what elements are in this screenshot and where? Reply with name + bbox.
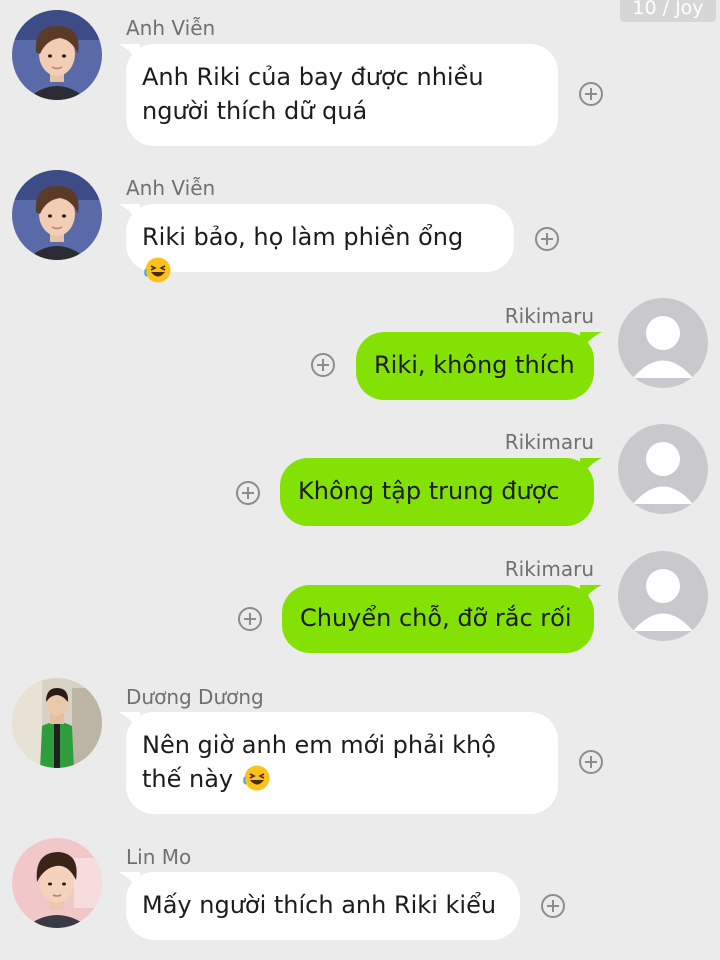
bubble-tail — [580, 585, 602, 607]
message-text: Mấy người thích anh Riki kiểu — [142, 891, 497, 919]
message-bubble[interactable]: Riki bảo, họ làm phiền ổng — [118, 204, 514, 283]
add-reaction-icon[interactable] — [579, 82, 603, 106]
sender-name: Anh Viễn — [126, 16, 216, 40]
message-bubble[interactable]: Không tập trung được — [280, 458, 602, 526]
message-text: Riki, không thích — [374, 351, 575, 379]
bubble-tail — [118, 712, 140, 734]
default-avatar[interactable] — [618, 424, 708, 514]
sender-name: Lin Mo — [126, 845, 192, 869]
bubble-tail — [118, 204, 140, 226]
message-text: Không tập trung được — [298, 477, 560, 505]
avatar-anh-vien[interactable] — [12, 10, 102, 100]
add-reaction-icon[interactable] — [238, 607, 262, 631]
add-reaction-icon[interactable] — [311, 353, 335, 377]
sender-name: Rikimaru — [504, 557, 594, 581]
default-avatar[interactable] — [618, 551, 708, 641]
default-avatar[interactable] — [618, 298, 708, 388]
message-bubble[interactable]: Mấy người thích anh Riki kiểu — [118, 872, 520, 940]
avatar-lin-mo[interactable] — [12, 838, 102, 928]
add-reaction-icon[interactable] — [535, 227, 559, 251]
bubble-tail — [580, 458, 602, 480]
message-bubble[interactable]: Anh Riki của bay được nhiều người thích … — [118, 44, 558, 146]
message-text: Nên giờ anh em mới phải khộ thế này — [142, 731, 496, 793]
bubble-tail — [118, 44, 140, 66]
add-reaction-icon[interactable] — [541, 894, 565, 918]
message-bubble[interactable]: Riki, không thích — [356, 332, 602, 400]
message-bubble[interactable]: Nên giờ anh em mới phải khộ thế này — [118, 712, 558, 814]
avatar-anh-vien[interactable] — [12, 170, 102, 260]
rolling-laughing-emoji — [144, 257, 171, 283]
message-text: Chuyển chỗ, đỡ rắc rối — [300, 604, 572, 632]
add-reaction-icon[interactable] — [579, 750, 603, 774]
watermark: 10 / Joy — [620, 0, 716, 22]
sender-name: Anh Viễn — [126, 176, 216, 200]
bubble-tail — [118, 872, 140, 894]
sender-name: Rikimaru — [504, 304, 594, 328]
avatar-duong-duong[interactable] — [12, 678, 102, 768]
message-text: Riki bảo, họ làm phiền ổng — [142, 223, 464, 251]
message-text: Anh Riki của bay được nhiều người thích … — [142, 63, 484, 125]
rolling-laughing-emoji — [242, 765, 270, 791]
message-bubble[interactable]: Chuyển chỗ, đỡ rắc rối — [282, 585, 602, 653]
add-reaction-icon[interactable] — [236, 481, 260, 505]
bubble-tail — [580, 332, 602, 354]
sender-name: Dương Dương — [126, 685, 264, 709]
sender-name: Rikimaru — [504, 430, 594, 454]
